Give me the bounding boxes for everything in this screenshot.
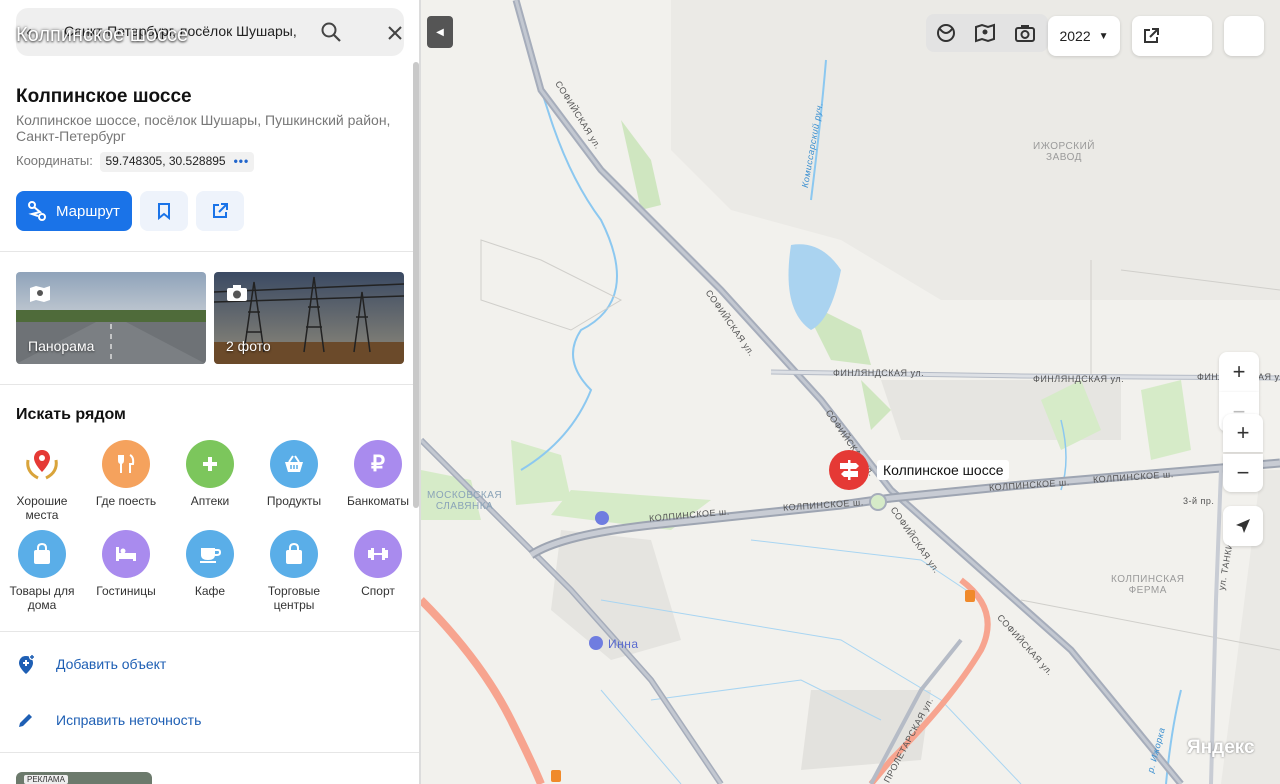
category-label: Товары для дома [9,584,75,612]
category-label: Хорошие места [16,494,68,522]
pencil-icon [19,714,32,727]
category-label: Где поесть [95,494,157,508]
road-label-finlyandskaya: ФИНЛЯНДСКАЯ ул. [833,368,925,378]
route-icon [28,201,46,221]
category-label: Гостиницы [96,584,156,598]
basket-icon [270,440,318,488]
my-location-button[interactable] [1223,506,1263,546]
camera-icon [227,285,247,301]
category-pharmacy[interactable]: Аптеки [168,440,252,508]
category-hotels[interactable]: Гостиницы [84,530,168,598]
fork-knife-icon [102,440,150,488]
category-home-goods[interactable]: Товары для дома [0,530,84,612]
map-base-layer [421,0,1280,784]
category-sport[interactable]: Спорт [336,530,420,598]
poi-label-inna: Инна [608,637,639,651]
photos-thumbnail[interactable]: 2 фото [214,272,404,364]
year-selector[interactable]: 2022 ▼ [1048,16,1120,56]
zoom-in-button-secondary[interactable]: + [1223,414,1263,452]
category-atm[interactable]: ₽ Банкоматы [336,440,420,508]
area-label-kolpinskaya: КОЛПИНСКАЯ ФЕРМА [1111,574,1185,596]
search-icon[interactable] [320,21,342,43]
fix-error-link[interactable]: Исправить неточность [16,708,201,732]
fix-error-label: Исправить неточность [56,712,202,728]
bed-icon [102,530,150,578]
coordinates-text: 59.748305, 30.528895 [105,154,226,168]
coordinates-value[interactable]: 59.748305, 30.528895 ••• [100,152,255,172]
coordinates-label: Координаты: [16,153,93,168]
panorama-icon [30,286,50,302]
add-object-link[interactable]: Добавить объект [16,652,166,676]
map-layers-toolbar [926,14,1048,52]
category-label: Кафе [194,584,226,598]
add-object-label: Добавить объект [56,656,167,672]
category-label: Банкоматы [346,494,409,508]
ad-thumbnail[interactable]: РЕКЛАМА [16,772,152,784]
location-marker-icon[interactable] [826,449,872,495]
divider [0,384,419,385]
bag-icon [18,530,66,578]
close-icon[interactable] [384,22,406,44]
area-label-moskovskaya: МОСКОВСКАЯ СЛАВЯНКА [427,490,503,512]
category-food[interactable]: Где поесть [84,440,168,508]
open-external-button[interactable] [1132,16,1212,56]
share-icon [213,203,228,218]
chevron-down-icon: ▼ [1098,30,1109,42]
cup-icon [186,530,234,578]
map-canvas[interactable]: СОФИЙСКАЯ ул. СОФИЙСКАЯ ул. СОФИЙСКАЯ ул… [421,0,1280,784]
share-button[interactable] [196,191,244,231]
address-text: Колпинское шоссе, посёлок Шушары, Пушкин… [16,112,391,144]
zoom-in-button[interactable]: + [1219,352,1259,392]
category-malls[interactable]: Торговые центры [252,530,336,612]
profile-button[interactable] [1224,16,1264,56]
bookmark-icon [158,203,170,220]
category-label: Продукты [266,494,322,508]
route-button-label: Маршрут [56,202,120,220]
floating-title: Колпинское шоссе [16,24,189,46]
road-label-third-line: 3-й пр. [1183,496,1215,506]
page-title: Колпинское шоссе [16,86,192,107]
category-label: Торговые центры [267,584,321,612]
camera-layer-icon[interactable] [1014,23,1036,43]
bookmark-button[interactable] [140,191,188,231]
laurel-pin-icon [18,440,66,488]
nearby-section-title: Искать рядом [16,406,126,423]
more-dots-icon[interactable]: ••• [234,154,250,168]
layers-icon[interactable] [936,23,956,43]
category-label: Аптеки [190,494,230,508]
bag-icon [270,530,318,578]
add-location-icon [19,654,35,674]
route-button[interactable]: Маршрут [16,191,132,231]
marker-label[interactable]: Колпинское шоссе [877,460,1010,480]
category-groceries[interactable]: Продукты [252,440,336,508]
category-label: Спорт [361,584,395,598]
zoom-out-button-secondary[interactable]: − [1223,454,1263,492]
panorama-layer-icon[interactable] [974,23,996,43]
external-link-icon [1144,28,1159,43]
divider [0,251,419,252]
panorama-thumbnail[interactable]: Панорама [16,272,206,364]
ruble-icon: ₽ [354,440,402,488]
yandex-logo: Яндекс [1187,737,1255,758]
category-cafe[interactable]: Кафе [168,530,252,598]
sidebar-panel: ‹ Санкт-Петербург, посёлок Шушары, Колпи… [0,0,420,784]
divider [0,752,419,753]
panorama-label: Панорама [28,338,95,354]
coordinates-row: Координаты: 59.748305, 30.528895 ••• [16,152,255,172]
road-label-finlyandskaya: ФИНЛЯНДСКАЯ ул. [1033,374,1125,384]
navigation-arrow-icon [1236,519,1250,533]
divider [0,631,419,632]
collapse-panel-button[interactable]: ◀ [427,16,453,48]
cross-icon [186,440,234,488]
year-value: 2022 [1059,28,1091,44]
area-label-izhorsky: ИЖОРСКИЙ ЗАВОД [1033,141,1095,163]
category-good-places[interactable]: Хорошие места [0,440,84,522]
ad-label: РЕКЛАМА [24,775,68,784]
dumbbell-icon [354,530,402,578]
photos-count-label: 2 фото [226,338,271,354]
